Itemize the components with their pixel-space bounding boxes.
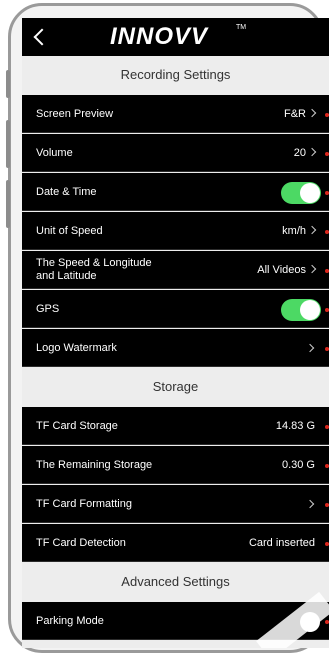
- phone-side-button-top: [6, 70, 10, 98]
- brand-logo: INNOVV: [110, 23, 209, 50]
- row-label: Unit of Speed: [36, 225, 103, 237]
- row-tf-card-formatting[interactable]: TF Card Formatting: [22, 485, 329, 523]
- marker-icon: [325, 269, 329, 273]
- row-unit-of-speed[interactable]: Unit of Speed km/h: [22, 212, 329, 250]
- row-volume[interactable]: Volume 20: [22, 134, 329, 172]
- row-value: km/h: [282, 212, 317, 250]
- row-speed-longitude-latitude[interactable]: The Speed & Longitude and Latitude All Vi…: [22, 251, 329, 289]
- row-label: TF Card Detection: [36, 537, 126, 549]
- row-screen-preview[interactable]: Screen Preview F&R: [22, 95, 329, 133]
- marker-icon: [325, 308, 329, 312]
- row-value: F&R: [284, 95, 317, 133]
- row-tf-card-storage: TF Card Storage 14.83 G: [22, 407, 329, 445]
- marker-icon: [325, 620, 329, 624]
- app-header: INNOVV TM: [22, 18, 329, 56]
- app-screen: INNOVV TM Recording Settings Screen Prev…: [22, 18, 329, 648]
- row-label: Date & Time: [36, 186, 97, 198]
- chevron-right-icon: [307, 264, 317, 274]
- date-time-toggle[interactable]: [281, 182, 321, 204]
- marker-icon: [325, 347, 329, 351]
- marker-icon: [325, 503, 329, 507]
- marker-icon: [325, 230, 329, 234]
- section-recording-settings: Recording Settings: [22, 56, 329, 94]
- gps-toggle[interactable]: [281, 299, 321, 321]
- chevron-right-icon: [307, 225, 317, 235]
- marker-icon: [325, 425, 329, 429]
- row-label: The Remaining Storage: [36, 459, 153, 471]
- row-label: Volume: [36, 147, 73, 159]
- row-label: TF Card Storage: [36, 420, 118, 432]
- marker-icon: [325, 113, 329, 117]
- row-remaining-storage: The Remaining Storage 0.30 G: [22, 446, 329, 484]
- marker-icon: [325, 464, 329, 468]
- row-tf-card-detection: TF Card Detection Card inserted: [22, 524, 329, 562]
- row-value: Card inserted: [248, 537, 315, 549]
- section-advanced-settings: Advanced Settings: [22, 563, 329, 601]
- chevron-right-icon: [307, 108, 317, 118]
- toggle-knob: [300, 300, 320, 320]
- row-label: Screen Preview: [36, 108, 114, 120]
- section-storage: Storage: [22, 368, 329, 406]
- phone-side-button-low: [6, 180, 10, 228]
- row-label: TF Card Formatting: [36, 498, 132, 510]
- toggle-knob: [300, 183, 320, 203]
- row-value: 14.83 G: [275, 420, 315, 432]
- row-date-time: Date & Time: [22, 173, 329, 211]
- row-value: 0.30 G: [281, 459, 315, 471]
- row-label: Logo Watermark: [36, 342, 117, 354]
- row-gps: GPS: [22, 290, 329, 328]
- row-logo-watermark[interactable]: Logo Watermark: [22, 329, 329, 367]
- back-icon[interactable]: [33, 28, 51, 46]
- marker-icon: [325, 542, 329, 546]
- chevron-right-icon: [307, 147, 317, 157]
- row-value: 20: [294, 134, 317, 172]
- row-label: The Speed & Longitude and Latitude: [36, 257, 152, 282]
- marker-icon: [325, 191, 329, 195]
- row-label: GPS: [36, 303, 60, 315]
- row-label: Parking Mode: [36, 615, 104, 627]
- marker-icon: [325, 152, 329, 156]
- phone-side-button-mid: [6, 120, 10, 168]
- brand-trademark: TM: [236, 24, 247, 31]
- chevron-right-icon: [305, 343, 315, 353]
- chevron-right-icon: [305, 499, 315, 509]
- row-value: All Videos: [257, 251, 317, 289]
